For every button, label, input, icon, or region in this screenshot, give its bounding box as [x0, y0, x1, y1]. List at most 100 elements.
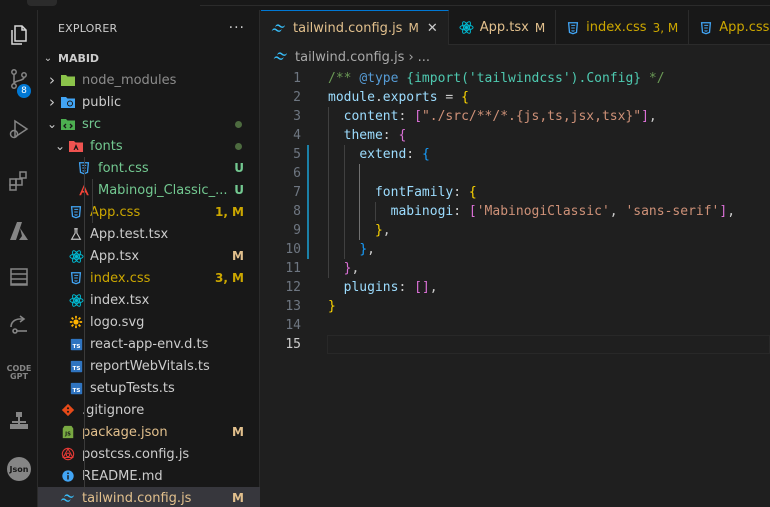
- code-text: plugins: [],: [328, 278, 438, 297]
- tree-item-label: README.md: [82, 468, 163, 484]
- code-token: [: [468, 204, 477, 219]
- editor-tab[interactable]: tailwind.config.js M ✕: [261, 10, 449, 45]
- code-token: module: [328, 90, 375, 105]
- tree-file[interactable]: postcss.config.js: [38, 443, 260, 465]
- breadcrumb-file[interactable]: tailwind.config.js: [295, 50, 404, 65]
- code-text: mabinogi: ['MabinogiClassic', 'sans-seri…: [328, 202, 735, 221]
- tree-file[interactable]: App.css 1, M: [38, 201, 260, 223]
- extensions-activity[interactable]: [0, 162, 38, 200]
- tree-file[interactable]: TS setupTests.ts: [38, 377, 260, 399]
- code-token: }: [374, 223, 383, 238]
- code-token: :: [398, 280, 415, 295]
- tree-item-label: .gitignore: [82, 402, 145, 418]
- hierarchy-activity[interactable]: [0, 402, 38, 440]
- tree-file[interactable]: README.md: [38, 465, 260, 487]
- chevron-down-icon[interactable]: ⌄: [54, 139, 66, 153]
- code-token: fontFamily: [374, 185, 454, 200]
- tree-file[interactable]: Mabinogi_Classic_... U: [38, 179, 260, 201]
- close-icon[interactable]: ✕: [427, 21, 438, 36]
- line-number: 4: [293, 128, 301, 143]
- codegpt-label-bottom: GPT: [10, 372, 28, 381]
- code-text: }: [328, 297, 336, 316]
- git-status-badge: M: [232, 491, 244, 505]
- line-number: 5: [293, 147, 301, 162]
- code-editor[interactable]: 1/** @type {import('tailwindcss').Config…: [261, 68, 770, 507]
- tree-file[interactable]: index.css 3, M: [38, 267, 260, 289]
- code-line: 4 theme: {: [261, 126, 770, 145]
- explorer-header: EXPLORER ···: [38, 10, 259, 46]
- breadcrumb-symbol[interactable]: ...: [418, 50, 430, 65]
- tab-status: M: [534, 20, 546, 35]
- chevron-down-icon[interactable]: ⌄: [46, 117, 58, 131]
- folder-src-icon: [60, 116, 76, 132]
- code-text: },: [328, 259, 360, 278]
- code-text: theme: {: [328, 126, 407, 145]
- tree-file[interactable]: .gitignore: [38, 399, 260, 421]
- run-debug-activity[interactable]: [0, 110, 38, 148]
- code-token: {: [421, 147, 430, 162]
- code-token: [: [414, 280, 422, 295]
- code-token: (: [461, 71, 469, 86]
- more-actions-icon[interactable]: ···: [229, 20, 245, 36]
- tree-item-label: App.test.tsx: [90, 226, 169, 242]
- chevron-right-icon[interactable]: ›: [46, 93, 58, 111]
- code-token: ,: [727, 204, 736, 219]
- tree-folder[interactable]: ⌄ src: [38, 113, 260, 135]
- editor-tab[interactable]: App.tsx M: [449, 10, 557, 45]
- line-number: 8: [293, 204, 301, 219]
- line-number: 3: [293, 109, 301, 124]
- json-activity[interactable]: Json: [0, 450, 38, 488]
- run-debug-icon: [9, 119, 29, 139]
- code-token: content: [343, 109, 399, 124]
- code-token: import: [414, 71, 462, 86]
- code-line: 15: [261, 335, 770, 354]
- code-line: 3 content: ["./src/**/*.{js,ts,jsx,tsx}"…: [261, 107, 770, 126]
- azure-activity[interactable]: [0, 212, 38, 250]
- code-token: extend: [359, 147, 407, 162]
- tree-file[interactable]: tailwind.config.js M: [38, 487, 260, 507]
- git-status-badge: 3, M: [214, 271, 244, 285]
- workspace-root[interactable]: ⌄ MABID: [38, 47, 260, 69]
- code-text: },: [328, 240, 375, 259]
- tree-file[interactable]: App.tsx M: [38, 245, 260, 267]
- tree-item-label: Mabinogi_Classic_...: [98, 182, 228, 198]
- explorer-activity[interactable]: [0, 16, 38, 54]
- code-indent-guide: [328, 107, 329, 278]
- code-line: 9 },: [261, 221, 770, 240]
- chevron-right-icon[interactable]: ›: [46, 71, 58, 89]
- code-token: */: [641, 71, 665, 86]
- react-icon: [68, 248, 84, 264]
- tree-folder[interactable]: › node_modules: [38, 69, 260, 91]
- tree-file[interactable]: TS reportWebVitals.ts: [38, 355, 260, 377]
- codegpt-activity[interactable]: CODE GPT: [0, 354, 38, 392]
- database-activity[interactable]: [0, 258, 38, 296]
- tree-file[interactable]: logo.svg: [38, 311, 260, 333]
- css-icon: [566, 21, 580, 35]
- tree-folder[interactable]: ⌄ fonts: [38, 135, 260, 157]
- tree-file[interactable]: TS react-app-env.d.ts: [38, 333, 260, 355]
- tree-file[interactable]: App.test.tsx: [38, 223, 260, 245]
- code-token: "./src/**/*.{js,ts,jsx,tsx}": [421, 109, 642, 124]
- code-token: mabinogi: [390, 204, 454, 219]
- tab-label: tailwind.config.js: [293, 20, 403, 36]
- editor-tab[interactable]: index.css 3, M: [556, 10, 690, 45]
- git-status-badge: 1, M: [214, 205, 244, 219]
- code-token: ,: [609, 204, 626, 219]
- tree-file[interactable]: JS package.json M: [38, 421, 260, 443]
- tree-item-label: App.tsx: [90, 248, 140, 264]
- remote-activity[interactable]: [0, 306, 38, 344]
- tab-label: App.tsx: [479, 20, 529, 35]
- tree-item-label: react-app-env.d.ts: [90, 336, 209, 352]
- line-number: 1: [293, 71, 301, 86]
- title-bar-button[interactable]: [27, 0, 57, 6]
- line-number: 10: [285, 242, 301, 257]
- tree-folder[interactable]: › public: [38, 91, 260, 113]
- code-line: 6: [261, 164, 770, 183]
- workspace-root-label: MABID: [58, 51, 100, 65]
- tree-file[interactable]: font.css U: [38, 157, 260, 179]
- tree-file[interactable]: index.tsx: [38, 289, 260, 311]
- editor-tab[interactable]: App.css: [689, 10, 770, 45]
- modified-gutter-bar: [307, 145, 309, 259]
- folder-public-icon: [60, 94, 76, 110]
